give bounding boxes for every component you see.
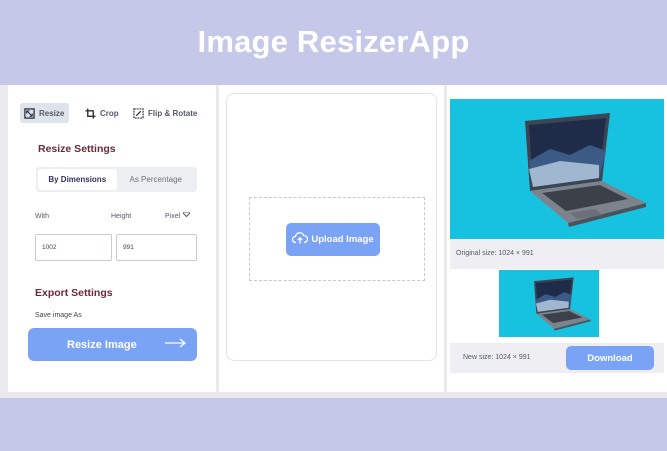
unit-select-label: Pixel [165,212,181,220]
upload-image-button-label: Upload Image [311,234,374,245]
height-input[interactable]: 991 [116,234,197,261]
resized-image-preview [499,270,599,337]
original-size-text: Original size: 1024 × 991 [456,250,534,257]
tab-by-dimensions[interactable]: By Dimensions [38,169,117,190]
upload-image-button[interactable]: Upload Image [286,223,380,256]
tool-flip-rotate-label: Flip & Rotate [148,108,198,118]
original-size-bar: Original size: 1024 × 991 [450,239,664,269]
resize-settings-title: Resize Settings [38,143,116,155]
workspace: Resize Crop Flip & Rotate Resize Setting… [0,85,667,398]
height-label: Height [111,213,132,220]
app-title: Image ResizerApp [197,24,470,59]
arrow-right-icon [164,338,187,351]
tab-as-percentage[interactable]: As Percentage [117,169,196,190]
width-label: With [35,213,49,220]
width-input[interactable]: 1002 [35,234,112,261]
tool-crop-label: Crop [100,108,119,118]
tool-resize[interactable]: Resize [20,103,70,123]
export-settings-title: Export Settings [35,287,113,299]
dropzone-card: Upload Image [226,93,437,361]
laptop-image-small [534,277,591,331]
save-as-label: Save image As [35,312,82,319]
resize-icon [24,107,35,119]
resize-image-button-label: Resize Image [67,338,137,351]
flip-rotate-icon [133,107,144,119]
resize-image-button[interactable]: Resize Image [28,328,197,361]
tool-resize-label: Resize [39,108,65,118]
upload-panel: Upload Image [219,85,444,392]
tool-crop[interactable]: Crop [85,103,119,123]
new-size-text: New size: 1024 × 991 [463,354,531,361]
laptop-image [525,113,646,227]
chevron-down-icon [182,211,191,220]
new-size-bar: New size: 1024 × 991 Download [450,343,664,373]
cloud-upload-icon [292,232,309,247]
settings-panel: Resize Crop Flip & Rotate Resize Setting… [8,85,216,392]
tool-flip-rotate[interactable]: Flip & Rotate [133,103,197,123]
download-button[interactable]: Download [566,346,654,370]
unit-select[interactable]: Pixel [165,211,191,220]
resize-mode-toggle: By Dimensions As Percentage [36,167,197,192]
original-image-preview [450,99,664,239]
preview-panel: Original size: 1024 × 991 New size: 1024… [447,85,667,392]
dropzone[interactable]: Upload Image [249,197,425,281]
crop-icon [85,107,96,119]
